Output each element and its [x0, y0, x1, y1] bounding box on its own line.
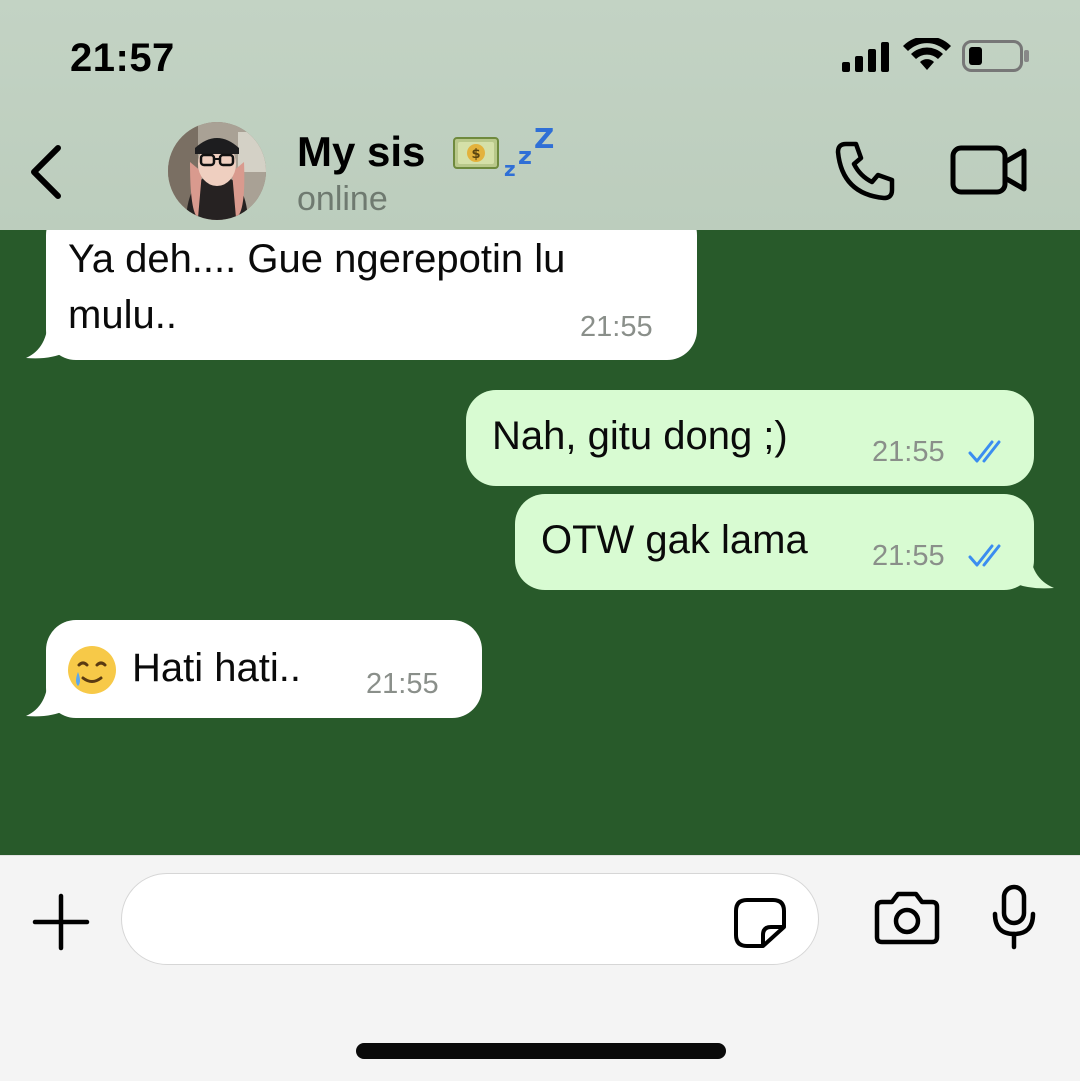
incoming-message[interactable]: Hati hati.. 21:55	[46, 620, 482, 718]
cellular-signal-icon	[842, 42, 889, 72]
back-chevron-icon[interactable]	[24, 140, 74, 204]
message-text: OTW gak lama	[541, 518, 808, 562]
camera-icon[interactable]	[874, 890, 940, 946]
message-text: mulu..	[68, 293, 177, 337]
outgoing-message[interactable]: Nah, gitu dong ;) 21:55	[466, 390, 1034, 486]
message-text: Nah, gitu dong ;)	[492, 414, 788, 458]
message-input[interactable]	[121, 873, 819, 965]
svg-text:Z: Z	[534, 124, 554, 155]
microphone-icon[interactable]	[990, 884, 1038, 950]
avatar-image	[168, 122, 266, 220]
message-timestamp: 21:55	[872, 540, 945, 572]
message-text: Hati hati..	[132, 646, 301, 690]
money-bill-sleeping-zzz-emoji: $ z z Z	[453, 124, 554, 180]
message-timestamp: 21:55	[366, 668, 439, 700]
svg-text:z: z	[518, 142, 532, 170]
message-timestamp: 21:55	[580, 311, 653, 343]
message-text: Ya deh.... Gue ngerepotin lu	[68, 237, 566, 281]
phone-icon[interactable]	[832, 138, 898, 204]
contact-status: online	[297, 180, 388, 218]
wifi-icon	[903, 38, 951, 70]
status-bar-time: 21:57	[70, 36, 175, 80]
bubble-tail	[1012, 548, 1054, 589]
video-camera-icon[interactable]	[950, 144, 1028, 196]
battery-icon	[962, 40, 1029, 72]
svg-text:$: $	[471, 147, 480, 162]
message-timestamp: 21:55	[872, 436, 945, 468]
svg-text:z: z	[504, 157, 516, 180]
read-ticks-icon	[968, 544, 1001, 567]
bubble-tail	[26, 318, 66, 359]
bubble-tail	[26, 676, 66, 717]
sticker-icon[interactable]	[733, 897, 787, 949]
home-indicator[interactable]	[356, 1043, 726, 1059]
plus-icon[interactable]	[32, 893, 90, 951]
contact-name[interactable]: My sis	[297, 128, 425, 176]
contact-avatar[interactable]	[168, 122, 266, 220]
smiling-face-with-tear-icon	[68, 646, 116, 694]
outgoing-message[interactable]: OTW gak lama 21:55	[515, 494, 1034, 590]
chat-header: 21:57 My sis $ z z Z online	[0, 0, 1080, 230]
read-ticks-icon	[968, 440, 1001, 463]
